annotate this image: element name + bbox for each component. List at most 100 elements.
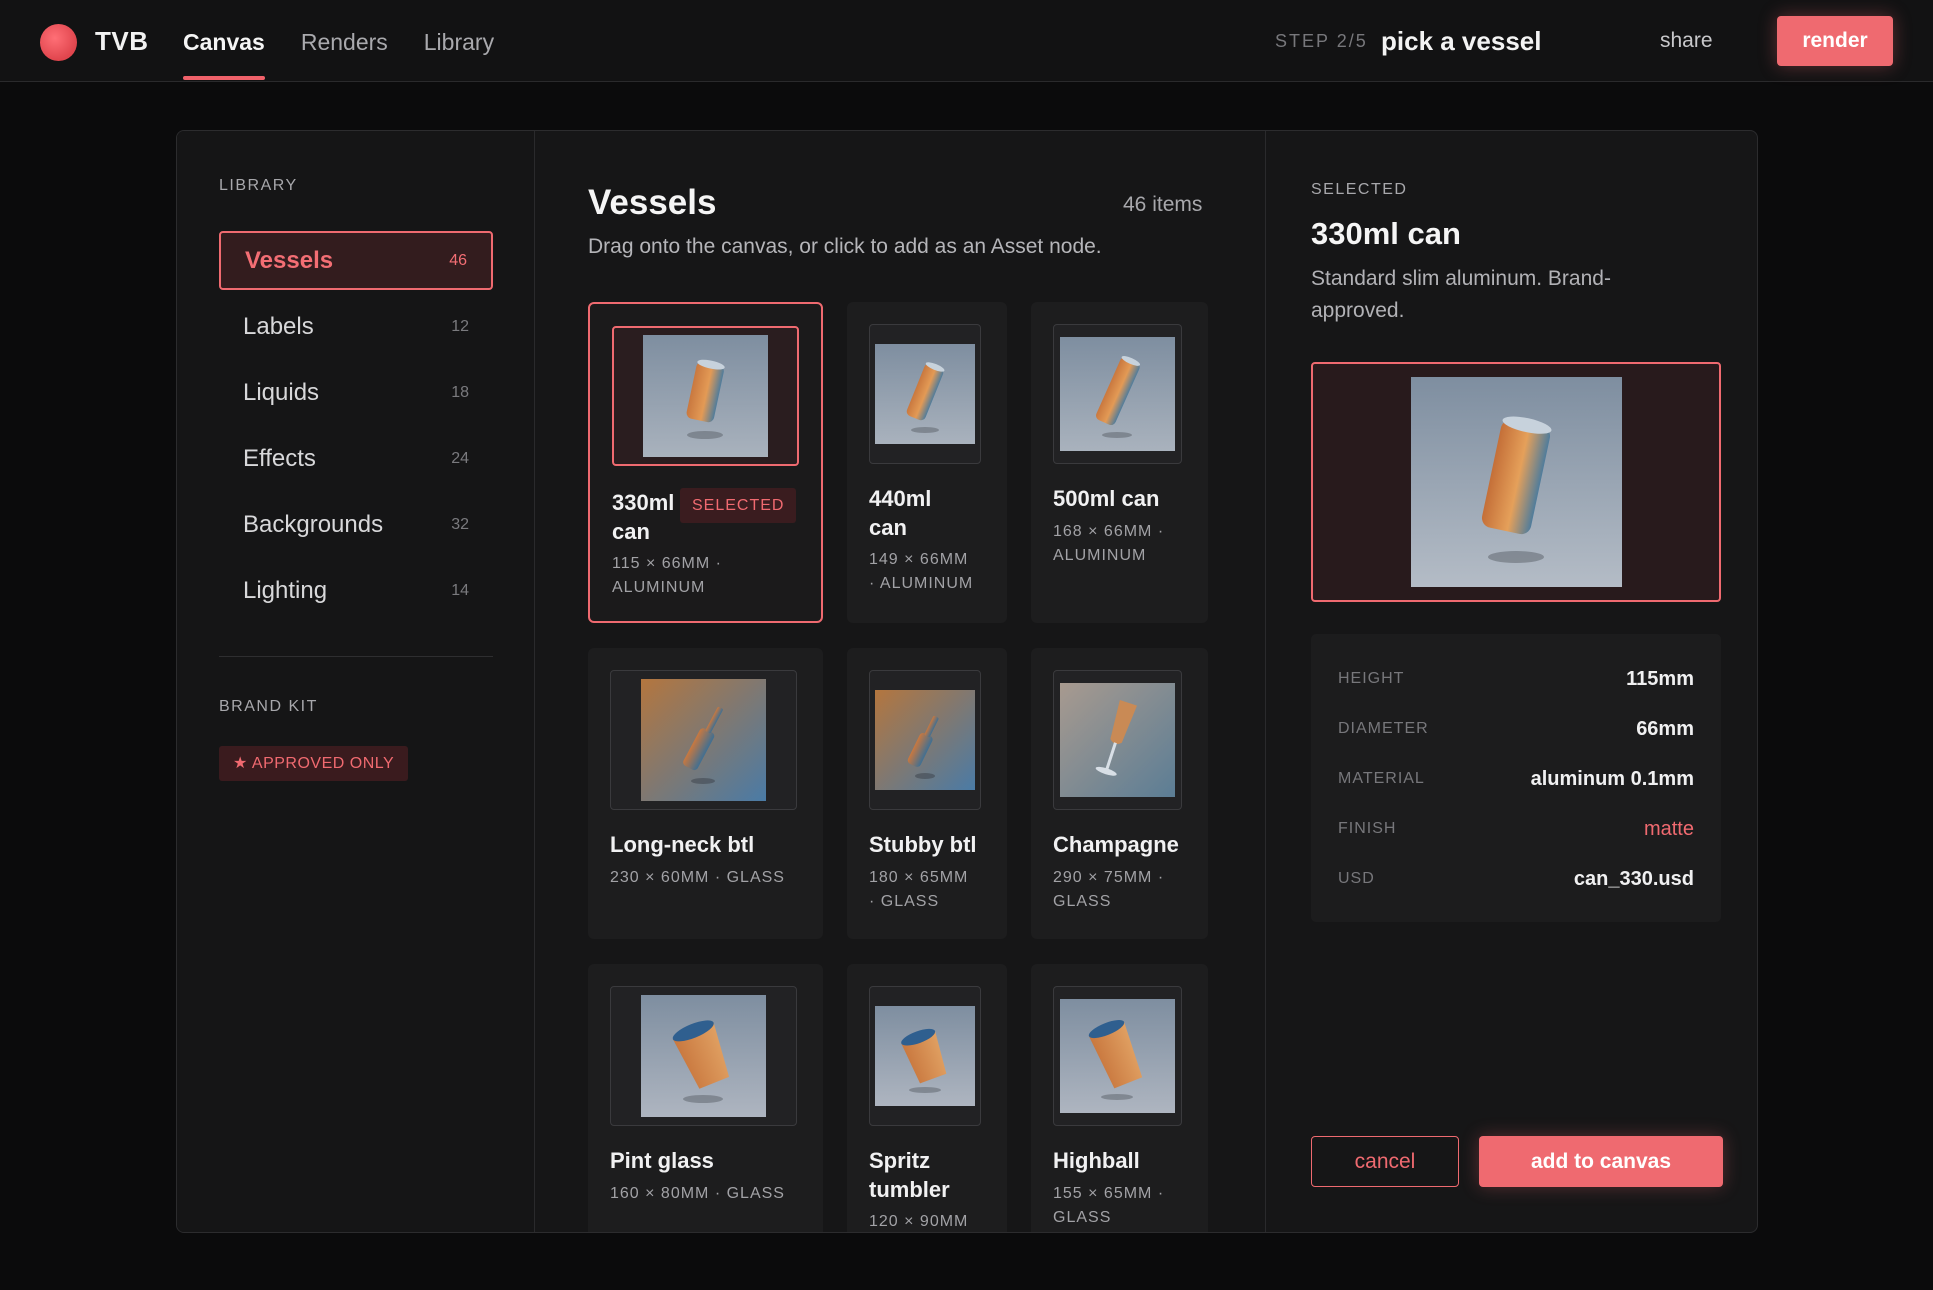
sidebar-item-count: 32	[451, 515, 469, 533]
card-name: Spritz	[869, 1148, 931, 1173]
render-button[interactable]: render	[1777, 16, 1893, 66]
card-meta: GLASS	[1053, 1209, 1112, 1226]
step-title: pick a vessel	[1381, 26, 1542, 56]
card-meta: GLASS	[1053, 893, 1112, 910]
sidebar-item-count: 18	[451, 383, 469, 401]
spec-row-height: HEIGHT 115mm	[1338, 664, 1694, 694]
share-button[interactable]: share	[1660, 29, 1713, 53]
bottle-icon	[869, 670, 981, 810]
card-name: 500ml can	[1053, 486, 1160, 511]
sidebar-divider	[219, 656, 493, 657]
spec-key: MATERIAL	[1338, 770, 1425, 787]
logo-icon	[40, 24, 77, 61]
brand-kit-heading: BRAND KIT	[219, 698, 318, 715]
selected-description: Standard slim aluminum. Brand-approved.	[1311, 267, 1611, 322]
card-meta: 230 × 60MM · GLASS	[610, 869, 785, 886]
vessel-card-spritz-tumbler[interactable]: Spritz tumbler 120 × 90MM	[847, 964, 1007, 1232]
selected-title: 330ml can	[1311, 216, 1461, 251]
sidebar-item-count: 46	[449, 251, 467, 269]
spec-key: FINISH	[1338, 820, 1397, 837]
can-icon	[1053, 324, 1182, 464]
sidebar-item-label: Liquids	[243, 378, 320, 406]
spec-key: HEIGHT	[1338, 670, 1405, 687]
spec-value: 66mm	[1636, 717, 1694, 740]
nav-renders[interactable]: Renders	[301, 0, 388, 82]
sidebar-item-labels[interactable]: Labels 12	[219, 297, 493, 356]
vessel-card-pint-glass[interactable]: Pint glass 160 × 80MM · GLASS	[588, 964, 823, 1232]
sidebar-item-vessels[interactable]: Vessels 46	[219, 231, 493, 290]
cup-icon	[610, 986, 797, 1126]
card-meta: 180 × 65MM	[869, 869, 969, 886]
cancel-button[interactable]: cancel	[1311, 1136, 1459, 1187]
sidebar-item-liquids[interactable]: Liquids 18	[219, 363, 493, 422]
card-name: tumbler	[869, 1177, 950, 1202]
spec-key: DIAMETER	[1338, 720, 1429, 737]
card-name: Pint glass	[610, 1148, 714, 1173]
card-name: Long-neck btl	[610, 832, 755, 857]
spec-row-diameter: DIAMETER 66mm	[1338, 714, 1694, 744]
nav-library[interactable]: Library	[424, 0, 494, 82]
spec-row-finish: FINISH matte	[1338, 814, 1694, 844]
nav-canvas[interactable]: Canvas	[183, 0, 265, 82]
bottle-icon	[610, 670, 797, 810]
sidebar-item-count: 24	[451, 449, 469, 467]
sidebar-item-label: Lighting	[243, 576, 328, 604]
card-meta: 120 × 90MM	[869, 1213, 969, 1230]
card-meta: 149 × 66MM	[869, 551, 969, 568]
sidebar-item-effects[interactable]: Effects 24	[219, 429, 493, 488]
spec-table: HEIGHT 115mm DIAMETER 66mm MATERIAL alum…	[1311, 634, 1721, 922]
cup-icon	[869, 986, 981, 1126]
vessel-picker-panel: LIBRARY Vessels 46 Labels 12 Liquids 18 …	[176, 130, 1758, 1233]
section-title: Vessels	[588, 183, 717, 222]
selection-detail: SELECTED 330ml can Standard slim aluminu…	[1266, 131, 1757, 1232]
vessel-card-long-neck-btl[interactable]: Long-neck btl 230 × 60MM · GLASS	[588, 648, 823, 939]
spec-key: USD	[1338, 870, 1375, 887]
spec-row-material: MATERIAL aluminum 0.1mm	[1338, 764, 1694, 794]
spec-value: 115mm	[1626, 667, 1694, 690]
card-name: 440ml	[869, 486, 932, 511]
can-icon	[869, 324, 981, 464]
can-icon	[1311, 362, 1721, 602]
card-name: Stubby btl	[869, 832, 977, 857]
sidebar-item-label: Backgrounds	[243, 510, 384, 538]
card-meta: 115 × 66MM ·	[612, 555, 722, 572]
sidebar-item-label: Effects	[243, 444, 316, 472]
section-subtitle: Drag onto the canvas, or click to add as…	[588, 235, 1102, 258]
card-name: can	[869, 515, 907, 540]
sidebar-item-label: Vessels	[245, 246, 334, 274]
spec-value: can_330.usd	[1573, 867, 1694, 890]
add-to-canvas-button[interactable]: add to canvas	[1479, 1136, 1723, 1187]
cup-icon	[1053, 986, 1182, 1126]
selected-tag: SELECTED	[680, 488, 797, 523]
vessel-card-440ml-can[interactable]: 440ml can 149 × 66MM · ALUMINUM	[847, 302, 1007, 623]
vessel-card-500ml-can[interactable]: 500ml can 168 × 66MM · ALUMINUM	[1031, 302, 1208, 623]
main-nav: Canvas Renders Library	[183, 0, 530, 82]
card-meta: ALUMINUM	[612, 579, 706, 596]
brand-name: TVB	[95, 26, 149, 56]
approved-only-filter[interactable]: ★ APPROVED ONLY	[219, 746, 409, 781]
top-bar: TVB Canvas Renders Library STEP 2/5 pick…	[0, 0, 1933, 82]
card-name: Champagne	[1053, 832, 1179, 857]
vessel-card-stubby-btl[interactable]: Stubby btl 180 × 65MM · GLASS	[847, 648, 1007, 939]
spec-value[interactable]: matte	[1644, 818, 1694, 841]
item-count: 46 items	[1123, 193, 1203, 216]
spec-row-usd: USD can_330.usd	[1338, 864, 1694, 894]
card-meta: · ALUMINUM	[869, 575, 974, 592]
step-indicator: STEP 2/5	[1275, 31, 1368, 51]
card-name: can	[612, 519, 650, 544]
spec-value: aluminum 0.1mm	[1530, 767, 1694, 790]
card-meta: ALUMINUM	[1053, 547, 1147, 564]
sidebar-item-label: Labels	[243, 312, 314, 340]
card-meta: 160 × 80MM · GLASS	[610, 1185, 785, 1202]
vessel-card-champagne[interactable]: Champagne 290 × 75MM · GLASS	[1031, 648, 1208, 939]
sidebar-item-count: 12	[451, 317, 469, 335]
vessel-card-330ml-can[interactable]: 330ml can SELECTED 115 × 66MM · ALUMINUM	[588, 302, 823, 623]
card-meta: 168 × 66MM ·	[1053, 523, 1165, 540]
vessel-card-highball[interactable]: Highball 155 × 65MM · GLASS	[1031, 964, 1208, 1232]
sidebar-item-lighting[interactable]: Lighting 14	[219, 561, 493, 620]
card-name: 330ml	[612, 490, 675, 515]
library-heading: LIBRARY	[219, 177, 298, 194]
card-name: Highball	[1053, 1148, 1140, 1173]
sidebar-item-backgrounds[interactable]: Backgrounds 32	[219, 495, 493, 554]
card-meta: 155 × 65MM ·	[1053, 1185, 1165, 1202]
